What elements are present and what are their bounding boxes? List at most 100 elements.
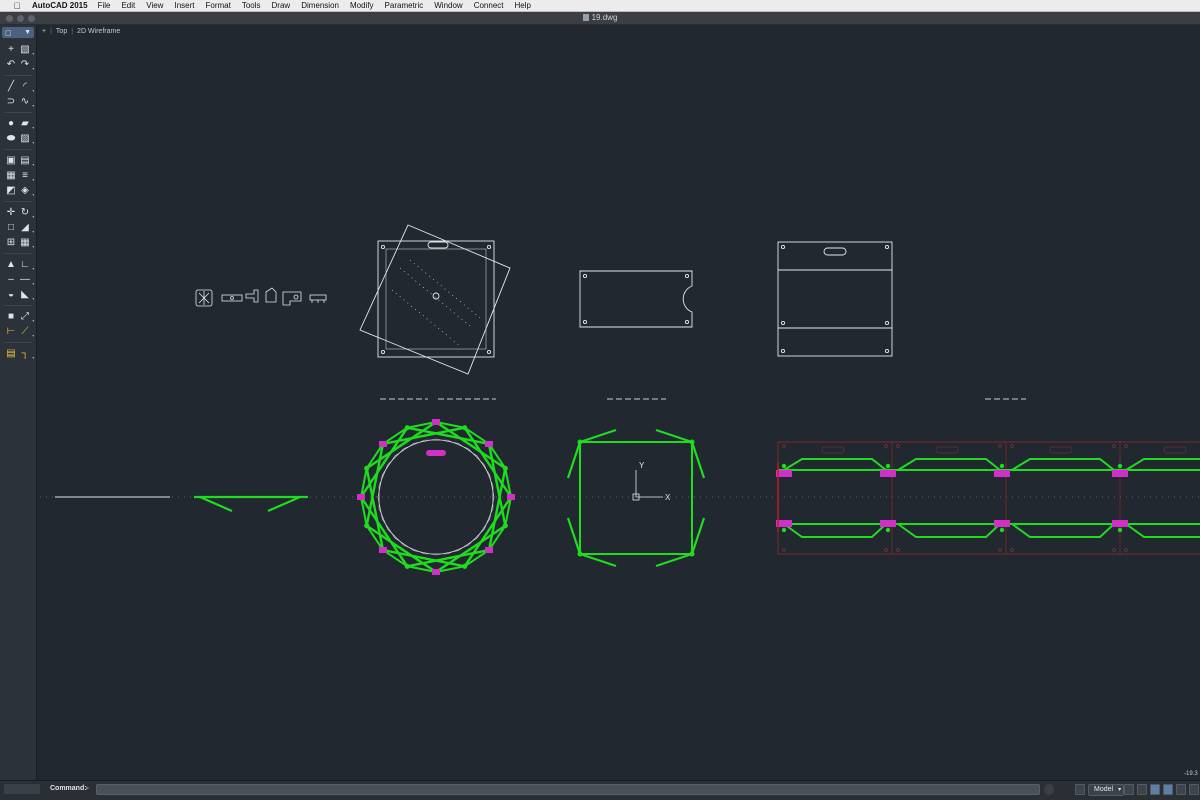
- tool-row: ⬬ ▨: [0, 131, 36, 146]
- menu-tools[interactable]: Tools: [242, 1, 261, 10]
- break-icon[interactable]: ‒: [6, 274, 16, 285]
- flyout-indicator-icon: [32, 216, 34, 218]
- flyout-indicator-icon: [32, 105, 34, 107]
- handle-panel[interactable]: [777, 241, 893, 357]
- menu-file[interactable]: File: [98, 1, 111, 10]
- rotate-icon[interactable]: ↻: [20, 207, 30, 218]
- menu-parametric[interactable]: Parametric: [385, 1, 424, 10]
- strip-handle: [821, 446, 845, 454]
- eraser-icon[interactable]: ◈: [20, 185, 30, 196]
- hatch-icon[interactable]: ▨: [20, 133, 30, 144]
- ring-node: [502, 523, 508, 529]
- green-profile-part[interactable]: [194, 495, 308, 513]
- notched-panel[interactable]: [579, 270, 693, 328]
- menu-help[interactable]: Help: [514, 1, 530, 10]
- table-icon[interactable]: ▦: [6, 170, 16, 181]
- strip-handle: [935, 446, 959, 454]
- command-scroll-handle[interactable]: [1044, 784, 1054, 795]
- fillet-icon[interactable]: ◣: [20, 289, 30, 300]
- tool-row: ‒ —: [0, 272, 36, 287]
- strip-connector-bottom: [1112, 520, 1128, 527]
- region-icon[interactable]: ▣: [6, 155, 16, 166]
- strip-hole: [782, 548, 786, 552]
- spline-icon[interactable]: ∿: [20, 96, 30, 107]
- top-panel-assembly[interactable]: [359, 224, 511, 375]
- menu-window[interactable]: Window: [434, 1, 462, 10]
- point-icon[interactable]: +: [6, 44, 16, 55]
- move-icon[interactable]: ✛: [6, 207, 16, 218]
- menu-format[interactable]: Format: [205, 1, 230, 10]
- strip-bottom-rail: [1011, 523, 1115, 538]
- undo-icon[interactable]: ↶: [6, 59, 16, 70]
- tool-row: ■ ⤢: [0, 309, 36, 324]
- menu-dimension[interactable]: Dimension: [301, 1, 339, 10]
- circle-icon[interactable]: ●: [6, 118, 16, 129]
- boundary-icon[interactable]: ▤: [20, 155, 30, 166]
- otrack-toggle-icon[interactable]: [1189, 784, 1199, 795]
- strip-node: [885, 527, 891, 533]
- drawing-canvas[interactable]: Y X: [38, 25, 1200, 780]
- ortho-toggle-icon[interactable]: [1150, 784, 1160, 795]
- chamfer-icon[interactable]: ◒: [6, 289, 16, 300]
- strip-node: [999, 463, 1005, 469]
- strip-hole: [1010, 444, 1014, 448]
- ring-connector: [432, 569, 440, 575]
- ring-strut: [435, 524, 506, 573]
- tool-palette-header[interactable]: ▢ ▼: [2, 27, 34, 38]
- match-properties-icon[interactable]: ┐: [20, 348, 30, 359]
- copy-icon[interactable]: □: [6, 222, 16, 233]
- ellipse-icon[interactable]: ⬬: [6, 133, 16, 144]
- toolbar-divider: [4, 305, 32, 306]
- strip-node: [1117, 527, 1123, 533]
- toolbar-divider: [4, 201, 32, 202]
- polyline-icon[interactable]: ⊃: [6, 96, 16, 107]
- rectangle-icon[interactable]: ▰: [20, 118, 30, 129]
- strip-bottom-rail: [783, 523, 887, 538]
- ring-node: [462, 425, 468, 431]
- multiline-icon[interactable]: ≡: [20, 170, 30, 181]
- command-history-arrow-icon[interactable]: ▸: [86, 784, 90, 792]
- app-menu[interactable]: AutoCAD 2015: [32, 1, 88, 10]
- view-cube-label[interactable]: Top: [56, 28, 67, 35]
- model-tab[interactable]: Model ▾: [1088, 784, 1125, 796]
- snap-toggle-icon[interactable]: [1124, 784, 1134, 795]
- menu-insert[interactable]: Insert: [174, 1, 194, 10]
- extend-icon[interactable]: ∟: [20, 259, 30, 270]
- menu-view[interactable]: View: [146, 1, 163, 10]
- visual-style-label[interactable]: 2D Wireframe: [77, 28, 120, 35]
- dimension-icon[interactable]: ⊢: [6, 326, 16, 337]
- line-icon[interactable]: ╱: [6, 81, 16, 92]
- wblock-icon[interactable]: ▧: [20, 44, 30, 55]
- arc-icon[interactable]: ◜: [20, 81, 30, 92]
- strip-assembly[interactable]: [776, 441, 1200, 555]
- layer-icon[interactable]: ▤: [6, 348, 16, 359]
- menu-modify[interactable]: Modify: [350, 1, 374, 10]
- grid-toggle-icon[interactable]: [1137, 784, 1147, 795]
- mirror-icon[interactable]: ◢: [20, 222, 30, 233]
- offset-icon[interactable]: ▦: [20, 237, 30, 248]
- ring-connector: [378, 440, 387, 447]
- array-icon[interactable]: ⊞: [6, 237, 16, 248]
- square-frame-assembly[interactable]: [566, 428, 706, 568]
- flyout-indicator-icon: [32, 268, 34, 270]
- menu-edit[interactable]: Edit: [121, 1, 135, 10]
- trim-icon[interactable]: ▲: [6, 259, 16, 270]
- layout-grid-icon[interactable]: [1075, 784, 1085, 795]
- strip-hole: [998, 444, 1002, 448]
- apple-menu-icon[interactable]: : [10, 1, 24, 11]
- command-input[interactable]: [96, 784, 1040, 795]
- menu-connect[interactable]: Connect: [474, 1, 504, 10]
- stretch-icon[interactable]: ■: [6, 311, 16, 322]
- join-icon[interactable]: —: [20, 274, 30, 285]
- text-icon[interactable]: ◩: [6, 185, 16, 196]
- polar-toggle-icon[interactable]: [1163, 784, 1173, 795]
- redo-icon[interactable]: ↷: [20, 59, 30, 70]
- scale-icon[interactable]: ⤢: [20, 311, 30, 322]
- leader-icon[interactable]: ⟋: [20, 326, 30, 337]
- small-parts-group[interactable]: [195, 287, 327, 307]
- tool-palette: ▢ ▼ + ▧ ↶ ↷ ╱ ◜ ⊃ ∿ ● ▰ ⬬ ▨ ▣ ▤ ▦ ≡ ◩ ◈ ✛ ↻ □ ◢ ⊞ ▦ ▲ ∟ ‒ — ◒ ◣ ■ ⤢ ⊢ ⟋ ▤ ┐: [0, 25, 37, 780]
- viewport-menu[interactable]: +: [42, 28, 46, 35]
- osnap-toggle-icon[interactable]: [1176, 784, 1186, 795]
- command-line-close-icon[interactable]: [4, 784, 40, 794]
- menu-draw[interactable]: Draw: [272, 1, 291, 10]
